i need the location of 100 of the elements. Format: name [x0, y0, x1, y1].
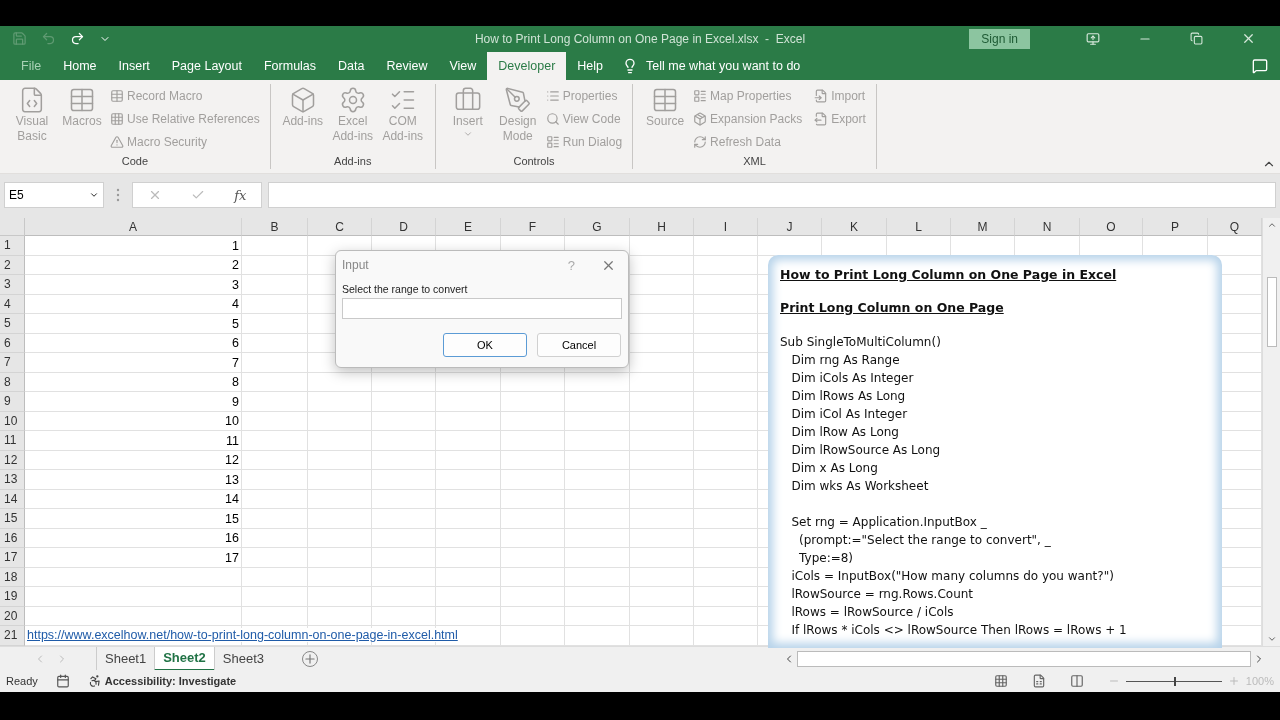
column-header[interactable]: E: [436, 218, 501, 236]
grid-icon: [110, 111, 124, 126]
formula-input[interactable]: [268, 182, 1276, 208]
code-line: Dim lRow As Long: [790, 424, 899, 441]
link[interactable]: https://www.excelhow.net/how-to-print-long-column-on-one-page-in-excel.html: [27, 628, 458, 642]
page-layout-icon[interactable]: [1031, 674, 1046, 688]
save-icon[interactable]: [12, 31, 27, 47]
ribbon-tab[interactable]: Formulas: [252, 52, 328, 80]
dialog-button[interactable]: Cancel: [537, 333, 621, 357]
table-cell-text: 3: [231, 276, 240, 294]
check-icon[interactable]: [190, 188, 205, 202]
column-header[interactable]: I: [694, 218, 758, 236]
ribbon-tab[interactable]: View: [438, 52, 488, 80]
undo-icon[interactable]: [41, 31, 56, 47]
column-header[interactable]: H: [630, 218, 694, 236]
name-box[interactable]: E5: [4, 182, 104, 208]
text-box-subtitle: Print Long Column on One Page: [780, 300, 1004, 315]
table-cell-text: 1: [231, 237, 240, 255]
column-header[interactable]: B: [242, 218, 308, 236]
calendar-icon[interactable]: [55, 674, 70, 688]
row-header[interactable]: 15: [0, 509, 25, 529]
row-header[interactable]: 7: [0, 353, 25, 373]
package-icon: [693, 111, 708, 126]
table-cell-text: 4: [231, 296, 240, 314]
sheet-tab[interactable]: Sheet2: [154, 646, 214, 671]
table-icon: [110, 88, 124, 103]
ribbon-tab[interactable]: Data: [327, 52, 376, 80]
window-title: How to Print Long Column on One Page in Excel.xlsx - Excel: [474, 32, 806, 46]
row-header[interactable]: 1: [0, 236, 25, 256]
code-line: Dim lRowSource As Long: [790, 442, 941, 459]
redo-icon[interactable]: [70, 31, 85, 47]
ribbon-tab[interactable]: Home: [52, 52, 108, 80]
column-header[interactable]: J: [758, 218, 822, 236]
scroll-thumb[interactable]: [1266, 277, 1277, 347]
code-line: Dim rng As Range: [790, 352, 900, 369]
row-header[interactable]: 5: [0, 314, 25, 334]
row-header[interactable]: 17: [0, 548, 25, 568]
group-label: Code: [120, 155, 149, 169]
status-text: Ready: [6, 675, 38, 687]
zoom-in-icon[interactable]: [1227, 675, 1240, 687]
comments-icon[interactable]: [1252, 57, 1268, 74]
column-header[interactable]: K: [822, 218, 887, 236]
row-header[interactable]: 21: [0, 626, 25, 646]
caret-icon: [89, 190, 99, 200]
vertical-scrollbar[interactable]: [1262, 218, 1280, 646]
code-line: lRows = lRowSource / iCols: [790, 604, 954, 621]
code-line: (prompt:="Select the range to convert", _: [798, 532, 1051, 549]
row-header[interactable]: 11: [0, 431, 25, 451]
code-line: Dim x As Long: [790, 460, 878, 477]
text-box-title: How to Print Long Column on One Page in Excel: [780, 267, 1117, 282]
column-header[interactable]: F: [501, 218, 565, 236]
table-cell-text: 10: [224, 413, 240, 431]
column-header[interactable]: M: [951, 218, 1015, 236]
row-header[interactable]: 3: [0, 275, 25, 295]
row-header[interactable]: 9: [0, 392, 25, 412]
column-header[interactable]: N: [1015, 218, 1080, 236]
row-header[interactable]: 19: [0, 587, 25, 607]
normal-view-icon[interactable]: [993, 674, 1008, 688]
zoom-thumb[interactable]: [1173, 676, 1176, 686]
ribbon-tab[interactable]: Review: [375, 52, 439, 80]
ribbon-tab[interactable]: Insert: [107, 52, 161, 80]
accessibility-icon: [87, 674, 102, 688]
code-line: Dim lRows As Long: [790, 388, 906, 405]
pen-icon: [503, 86, 532, 114]
column-header[interactable]: O: [1080, 218, 1143, 236]
accessibility-button[interactable]: Accessibility: Investigate: [87, 674, 237, 688]
table-cell-text: 12: [224, 452, 240, 470]
table-cell-text: 5: [231, 315, 240, 333]
select-all-corner[interactable]: [0, 218, 25, 236]
group-label: Controls: [512, 155, 556, 169]
dialog-title: Input: [342, 258, 369, 272]
column-header[interactable]: L: [887, 218, 951, 236]
ribbon-tab[interactable]: Developer: [487, 52, 567, 80]
grip-icon: [116, 188, 120, 202]
column-header[interactable]: C: [308, 218, 372, 236]
dialog-prompt: Select the range to convert: [342, 283, 469, 295]
insert-function-button[interactable]: fx: [234, 187, 247, 203]
column-header[interactable]: G: [565, 218, 630, 236]
table-icon: [68, 86, 96, 114]
ribbon-tab[interactable]: Page Layout: [160, 52, 253, 80]
search-icon: [545, 111, 560, 126]
tell-me-field[interactable]: Tell me what you want to do: [646, 59, 801, 73]
code-line: Type:=8): [798, 550, 854, 567]
column-header[interactable]: D: [372, 218, 436, 236]
sign-in-button[interactable]: Sign in: [969, 28, 1030, 49]
column-header[interactable]: P: [1143, 218, 1208, 236]
dialog-button[interactable]: OK: [443, 333, 527, 357]
input-field[interactable]: [342, 298, 622, 319]
row-header[interactable]: 13: [0, 470, 25, 490]
code-line: Dim iCol As Integer: [790, 406, 908, 423]
page-break-icon[interactable]: [1069, 674, 1084, 688]
table-cell-text: 9: [231, 393, 240, 411]
refresh-icon: [693, 134, 708, 149]
table-cell-text: 2: [231, 257, 240, 275]
ribbon-tab[interactable]: Help: [566, 52, 615, 80]
horizontal-scrollbar[interactable]: [797, 650, 1251, 667]
column-header[interactable]: Q: [1208, 218, 1262, 236]
export-icon: [814, 111, 829, 126]
column-header[interactable]: A: [25, 218, 242, 236]
list-icon: [693, 88, 708, 103]
